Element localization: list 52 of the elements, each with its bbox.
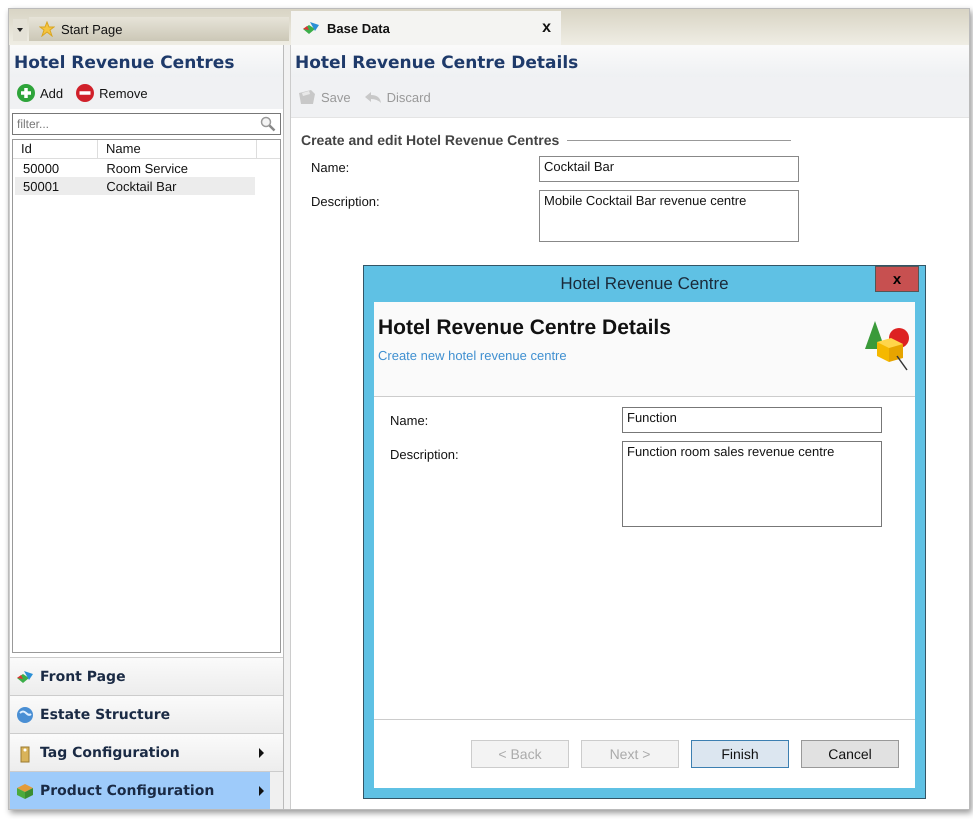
column-header[interactable]: Id [13,140,98,158]
nav-label: Estate Structure [40,706,172,722]
table-cell-text: 50000 [22,160,60,176]
dialog-button[interactable]: Finish [691,740,789,768]
close-button[interactable]: x [875,266,919,292]
nav-item[interactable]: Product Configuration [10,771,283,809]
dialog-subtitle: Create new hotel revenue centre [378,348,568,363]
table-row[interactable]: 50001 Cocktail Bar [15,177,255,195]
dropdown-icon[interactable] [13,19,27,41]
nav-item[interactable]: Estate Structure [10,695,283,733]
close-button[interactable]: x [542,19,551,37]
toolbar-button[interactable]: Remove [73,83,150,103]
section-heading: Create and edit Hotel Revenue Centres [301,132,560,148]
input-field[interactable]: Function room sales revenue centre [622,441,882,527]
nav-item[interactable]: Tag Configuration [10,733,283,771]
star-icon [39,21,55,37]
globe-icon [16,706,34,724]
input-field[interactable]: Function [622,407,882,433]
panel-title: Hotel Revenue Centre Details [291,45,969,77]
table-cell-text: 50001 [22,178,60,194]
dialog-title: Hotel Revenue Centre [560,274,729,294]
panel-title: Hotel Revenue Centres [10,45,283,77]
field-label: Description: [311,193,381,209]
toolbar-button[interactable]: Add [14,83,66,103]
column-header[interactable]: Name [98,140,257,158]
tab[interactable]: Base Data x [291,11,561,45]
dialog-button[interactable]: Cancel [801,740,899,768]
undo-icon [362,89,383,105]
nav-label: Product Configuration [40,782,216,798]
table-cell-text: Cocktail Bar [105,178,178,194]
nav-label: Tag Configuration [40,744,181,760]
table-row[interactable]: 50000 Room Service [15,159,255,177]
submenu-arrow-icon [259,786,265,796]
minus-icon [75,83,96,103]
nav-item[interactable]: Front Page [10,657,283,695]
field-label: Description: [390,446,460,464]
placeholder-text: filter... [17,117,50,131]
tab[interactable]: Start Page [29,17,289,41]
input-field[interactable]: Mobile Cocktail Bar revenue centre [539,190,799,242]
table-cell-text: Room Service [105,160,189,176]
tab-label: Start Page [61,22,122,36]
field-label: Name: [390,412,430,430]
dialog-heading: Hotel Revenue Centre Details [378,316,671,340]
plus-icon [16,83,36,103]
tab-label: Base Data [327,20,390,36]
box-icon [15,782,35,800]
submenu-arrow-icon [259,748,265,758]
filter-field[interactable]: filter... [12,113,281,135]
nav-label: Front Page [40,668,127,684]
field-label: Name: [311,159,350,175]
input-field[interactable]: Cocktail Bar [539,156,799,182]
search-icon [260,116,276,132]
